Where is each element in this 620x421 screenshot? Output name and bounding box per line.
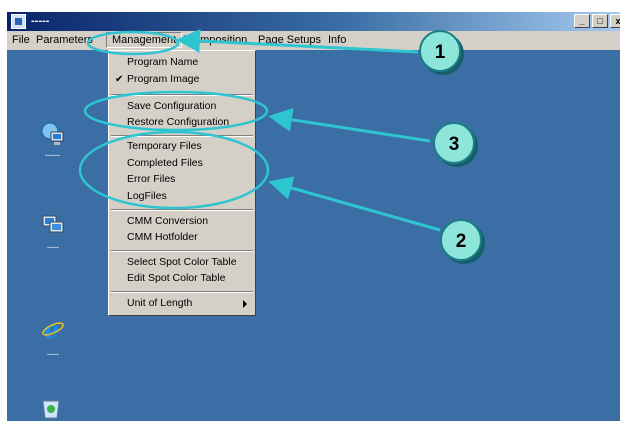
application-window: ----- _ □ x File Parameters Management D… xyxy=(7,12,620,421)
menu-item-restore-configuration[interactable]: Restore Configuration xyxy=(127,116,229,128)
menu-item-select-spot-color-table[interactable]: Select Spot Color Table xyxy=(127,256,237,268)
menu-separator xyxy=(111,135,253,137)
menu-parameters[interactable]: Parameters xyxy=(36,34,93,46)
close-button[interactable]: x xyxy=(610,14,620,28)
menu-item-temporary-files[interactable]: Temporary Files xyxy=(127,140,202,152)
title-bar[interactable]: ----- _ □ x xyxy=(7,12,620,31)
menu-file[interactable]: File xyxy=(12,34,30,46)
recycle-bin-icon[interactable] xyxy=(39,395,63,419)
menu-item-logfiles[interactable]: LogFiles xyxy=(127,190,167,202)
menu-item-cmm-conversion[interactable]: CMM Conversion xyxy=(127,215,208,227)
menu-separator xyxy=(111,94,253,96)
menu-info[interactable]: Info xyxy=(328,34,346,46)
submenu-arrow-icon xyxy=(243,300,247,308)
network-computer-icon[interactable] xyxy=(41,122,65,146)
check-mark-icon: ✔ xyxy=(115,74,124,85)
desktop-icon-label: ---- xyxy=(47,349,59,359)
menu-page-setups[interactable]: Page Setups xyxy=(258,34,321,46)
desktop-icon-label: ----- xyxy=(45,150,60,160)
menu-deimposition[interactable]: DeImposition xyxy=(183,34,247,46)
menu-item-error-files[interactable]: Error Files xyxy=(127,173,175,185)
menu-item-cmm-hotfolder[interactable]: CMM Hotfolder xyxy=(127,231,198,243)
app-icon[interactable] xyxy=(11,14,26,29)
management-dropdown: Program Name ✔ Program Image Save Config… xyxy=(108,50,256,316)
menu-management[interactable]: Management xyxy=(106,32,183,48)
desktop-icon-label: ---- xyxy=(47,242,59,252)
menu-item-completed-files[interactable]: Completed Files xyxy=(127,157,203,169)
menu-separator xyxy=(111,209,253,211)
network-places-icon[interactable] xyxy=(41,212,65,236)
menu-item-edit-spot-color-table[interactable]: Edit Spot Color Table xyxy=(127,272,225,284)
maximize-button[interactable]: □ xyxy=(592,14,608,28)
window-title: ----- xyxy=(31,15,50,27)
menu-item-program-image[interactable]: Program Image xyxy=(127,73,199,85)
menu-item-program-name[interactable]: Program Name xyxy=(127,56,198,68)
menu-item-unit-of-length[interactable]: Unit of Length xyxy=(127,297,192,309)
minimize-button[interactable]: _ xyxy=(574,14,590,28)
menu-separator xyxy=(111,250,253,252)
internet-explorer-icon[interactable]: e xyxy=(41,317,65,341)
menu-separator xyxy=(111,291,253,293)
menu-bar: File Parameters Management DeImposition … xyxy=(7,31,620,50)
menu-item-save-configuration[interactable]: Save Configuration xyxy=(127,100,216,112)
